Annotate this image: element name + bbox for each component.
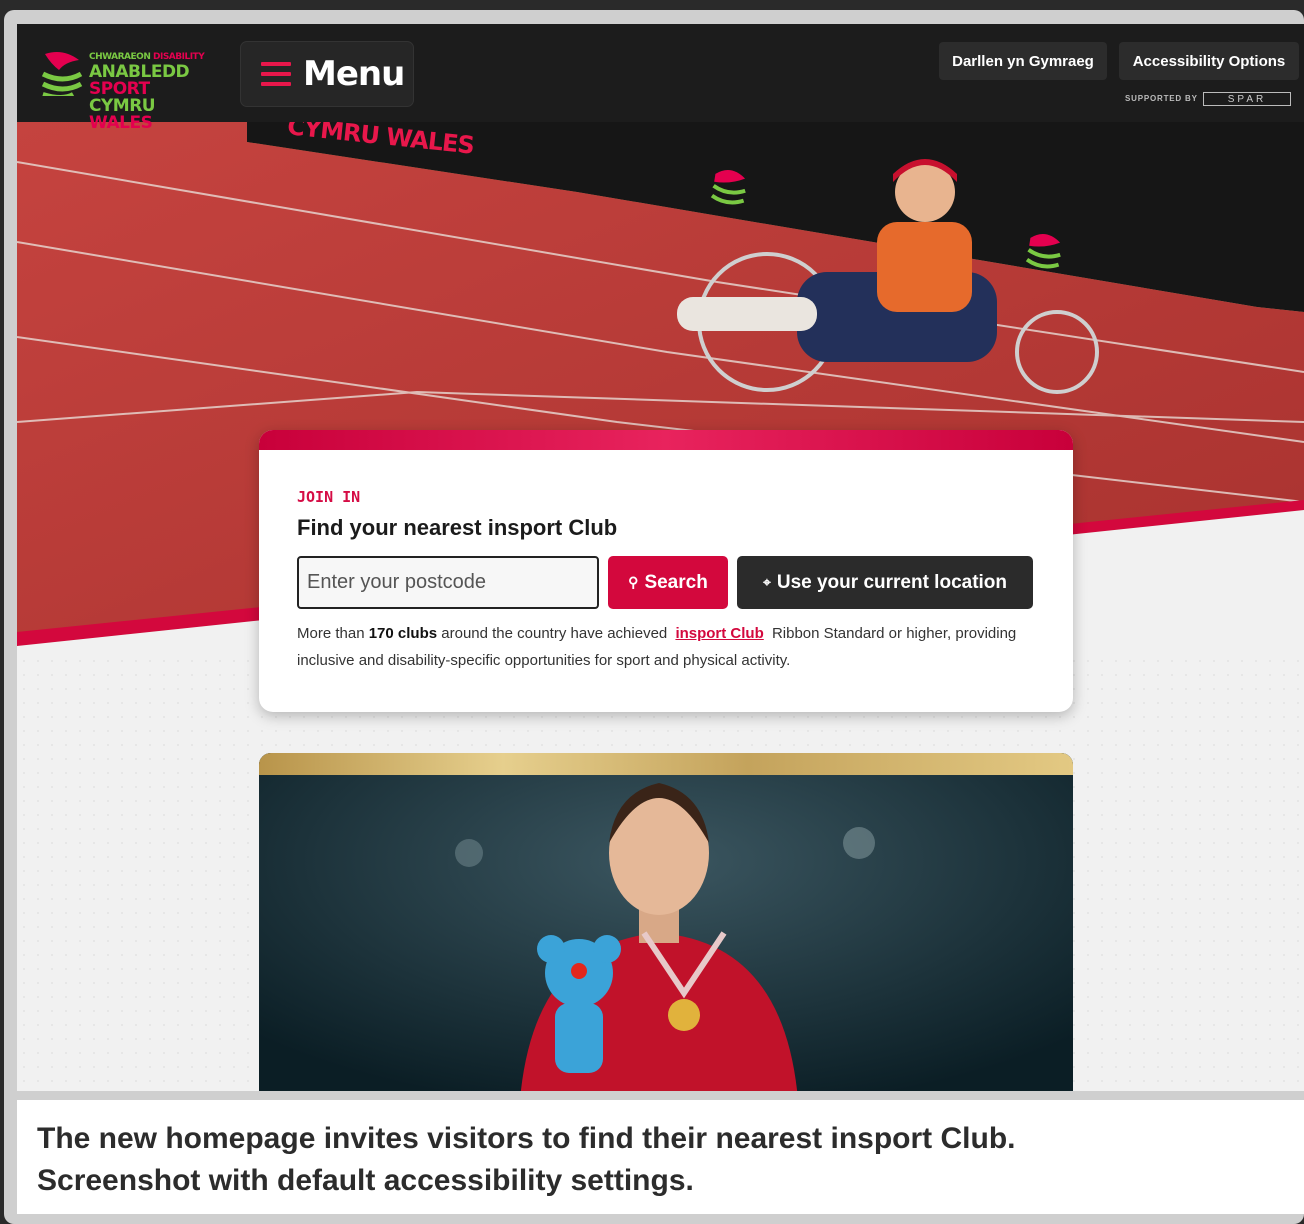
browser-viewport: CYMRU WALES CHWARAEON DISABILITY ANABLED… [17,24,1304,1091]
featured-photo-card[interactable] [259,753,1073,1091]
search-button-label: Search [644,571,708,593]
athlete-photo [259,753,1073,1091]
menu-label: Menu [303,54,405,94]
menu-button[interactable]: Menu [241,42,413,106]
desc-text: More than [297,625,365,642]
dragon-logo-icon [41,52,83,96]
use-location-button[interactable]: ⌖ Use your current location [737,556,1033,609]
desc-text: around the country have achieved [441,625,668,642]
screenshot-caption: The new homepage invites visitors to fin… [17,1100,1304,1214]
caption-line: The new homepage invites visitors to fin… [37,1122,1016,1155]
club-search-card: JOIN IN Find your nearest insport Club ⚲… [259,430,1073,712]
club-count: 170 clubs [368,625,438,642]
sponsor-logo[interactable]: SPAR [1203,92,1291,106]
caption-line: Screenshot with default accessibility se… [37,1164,694,1197]
accessibility-options-button[interactable]: Accessibility Options [1119,42,1299,80]
card-description: More than 170 clubs around the country h… [297,620,1037,674]
insport-club-link[interactable]: insport Club [675,625,763,642]
logo-word: WALES [89,113,153,133]
logo-wordmark: CHWARAEON DISABILITY ANABLEDD SPORT CYMR… [89,50,211,132]
postcode-input[interactable] [297,556,599,609]
site-header: CHWARAEON DISABILITY ANABLEDD SPORT CYMR… [17,24,1304,132]
card-accent-bar [259,430,1073,450]
hamburger-icon [261,62,291,86]
supported-by-label: SUPPORTED BY [1125,94,1198,103]
site-logo[interactable]: CHWARAEON DISABILITY ANABLEDD SPORT CYMR… [41,48,211,132]
welsh-language-button[interactable]: Darllen yn Gymraeg [939,42,1107,80]
card-title: Find your nearest insport Club [297,515,618,540]
use-location-label: Use your current location [776,571,1008,593]
crosshair-icon: ⌖ [762,574,771,590]
search-button[interactable]: ⚲ Search [608,556,728,609]
logo-word: CHWARAEON [89,52,151,62]
card-accent-bar [259,753,1073,775]
logo-word: DISABILITY [153,52,205,62]
search-icon: ⚲ [628,574,639,590]
card-eyebrow: JOIN IN [297,488,361,506]
